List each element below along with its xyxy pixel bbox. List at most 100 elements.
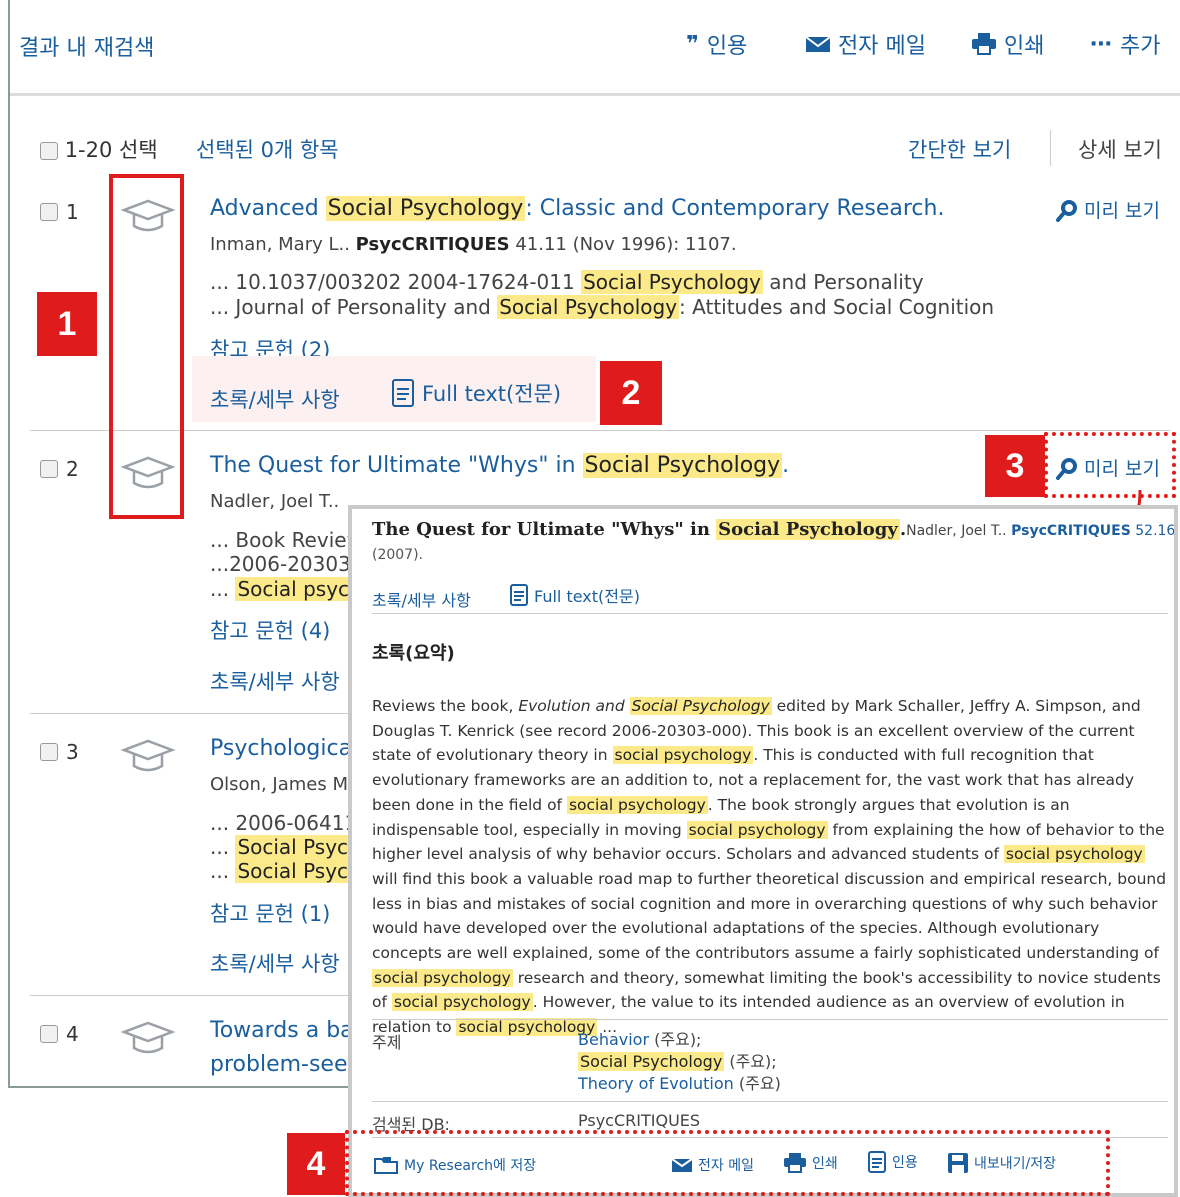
academic-cap-icon xyxy=(120,1021,176,1054)
brief-view-link[interactable]: 간단한 보기 xyxy=(908,134,1011,164)
fulltext-link[interactable]: Full text(전문) xyxy=(392,378,561,408)
record-3-select[interactable]: 3 xyxy=(40,740,79,764)
record-snippet: ... Social Psych xyxy=(210,835,363,859)
highlighted-term: social psychology xyxy=(686,820,828,839)
record-snippet: ... Journal of Personality and Social Ps… xyxy=(210,295,995,319)
popup-divider xyxy=(372,613,1168,614)
preview-link[interactable]: 미리 보기 xyxy=(1056,196,1160,223)
subject-item: Behavior (주요); xyxy=(578,1029,781,1051)
detail-view-link[interactable]: 상세 보기 xyxy=(1078,134,1162,164)
references-link[interactable]: 참고 문헌 (4) xyxy=(210,615,330,645)
popup-title: The Quest for Ultimate "Whys" in Social … xyxy=(372,519,1176,540)
abstract-segment: will find this book a valuable road map … xyxy=(372,869,1167,963)
subject-label: 주제 xyxy=(372,1033,402,1052)
print-label: 인쇄 xyxy=(1004,34,1045,59)
ellipsis-icon: ⋯ xyxy=(1090,31,1112,57)
record-4-select[interactable]: 4 xyxy=(40,1022,79,1046)
select-range-label: 1-20 선택 xyxy=(64,138,158,162)
subject-item: Social Psychology (주요); xyxy=(578,1051,781,1073)
cite-button[interactable]: ❞ 인용 xyxy=(686,28,747,60)
record-citation: Olson, James M xyxy=(210,774,348,795)
record-snippet: ...2006-20303- xyxy=(210,552,359,576)
popup-year: (2007). xyxy=(372,547,424,563)
popup-abstract-link[interactable]: 초록/세부 사항 xyxy=(372,587,471,611)
highlighted-term: Social Psychology xyxy=(629,697,772,715)
abstract-details-link[interactable]: 초록/세부 사항 xyxy=(210,948,340,978)
print-button[interactable]: 인쇄 xyxy=(972,28,1044,60)
subject-tag: (주요); xyxy=(649,1030,702,1049)
record-title[interactable]: Psychologica xyxy=(210,736,352,761)
record-separator xyxy=(30,430,1170,431)
annotation-badge-2: 2 xyxy=(600,361,662,425)
record-checkbox[interactable] xyxy=(40,203,58,221)
popup-divider xyxy=(372,1019,1168,1020)
selected-count[interactable]: 선택된 0개 항목 xyxy=(196,134,339,164)
record-snippet: ... 2006-06411- xyxy=(210,811,365,835)
view-divider xyxy=(1050,130,1051,166)
record-snippet: ... 10.1037/003202 2004-17624-011 Social… xyxy=(210,270,924,294)
cite-label: 인용 xyxy=(706,34,748,59)
record-checkbox[interactable] xyxy=(40,743,58,761)
abstract-segment: Evolution and xyxy=(518,697,630,715)
abstract-segment: Reviews the book, xyxy=(372,697,519,715)
record-checkbox[interactable] xyxy=(40,460,58,478)
email-button[interactable]: 전자 메일 xyxy=(806,28,926,60)
annotation-badge-1: 1 xyxy=(37,292,97,356)
record-number: 4 xyxy=(66,1022,79,1046)
abstract-details-link[interactable]: 초록/세부 사항 xyxy=(210,384,340,414)
record-checkbox[interactable] xyxy=(40,1025,58,1043)
record-title[interactable]: Towards a ba xyxy=(210,1018,354,1043)
record-2-select[interactable]: 2 xyxy=(40,457,79,481)
subject-tag: (주요) xyxy=(733,1074,781,1093)
document-icon xyxy=(392,379,414,407)
subject-link[interactable]: Social Psychology xyxy=(578,1052,725,1071)
email-label: 전자 메일 xyxy=(838,34,926,59)
record-number: 1 xyxy=(66,200,79,224)
highlighted-term: social psychology xyxy=(612,746,754,765)
magnifier-icon xyxy=(1056,199,1077,222)
record-title[interactable]: The Quest for Ultimate "Whys" in Social … xyxy=(210,453,789,478)
annotation-badge-4: 4 xyxy=(287,1133,345,1195)
record-title[interactable]: Advanced Social Psychology: Classic and … xyxy=(210,196,944,221)
record-number: 3 xyxy=(66,740,79,764)
popup-divider xyxy=(372,1101,1168,1102)
highlighted-term: social psychology xyxy=(1003,845,1145,864)
highlighted-term: social psychology xyxy=(372,968,513,987)
annotation-box-4 xyxy=(345,1130,1110,1196)
popup-fulltext-link[interactable]: Full text(전문) xyxy=(510,583,640,607)
subject-tag: (주요); xyxy=(724,1052,777,1071)
record-number: 2 xyxy=(66,457,79,481)
printer-icon xyxy=(972,33,996,55)
popup-abstract-text: Reviews the book, Evolution and Social P… xyxy=(372,694,1168,1040)
refine-search-link[interactable]: 결과 내 재검색 xyxy=(19,30,154,62)
envelope-icon xyxy=(806,36,830,52)
annotation-box-1 xyxy=(109,174,184,519)
record-snippet: ... Book Review xyxy=(210,528,363,552)
references-link[interactable]: 참고 문헌 (1) xyxy=(210,898,330,928)
more-button[interactable]: ⋯ 추가 xyxy=(1090,28,1160,60)
record-snippet: ... Social psych xyxy=(210,577,364,601)
abstract-details-link[interactable]: 초록/세부 사항 xyxy=(210,666,340,696)
annotation-badge-3: 3 xyxy=(985,435,1045,497)
record-citation: Inman, Mary L.. PsycCRITIQUES 41.11 (Nov… xyxy=(210,234,737,255)
academic-cap-icon xyxy=(120,739,176,772)
highlighted-term: social psychology xyxy=(456,1018,598,1037)
select-range[interactable]: 1-20 선택 xyxy=(40,134,158,164)
record-title-line2[interactable]: problem-seek xyxy=(210,1052,360,1077)
popup-abstract-heading: 초록(요약) xyxy=(372,643,455,664)
document-icon xyxy=(510,584,528,606)
record-citation: Nadler, Joel T.. xyxy=(210,491,340,512)
subject-link[interactable]: Theory of Evolution xyxy=(578,1074,734,1093)
results-toolbar: 결과 내 재검색 ❞ 인용 전자 메일 인쇄 ⋯ 추가 xyxy=(10,0,1180,96)
select-all-checkbox[interactable] xyxy=(40,142,58,160)
quote-icon: ❞ xyxy=(686,31,699,57)
db-value: PsycCRITIQUES xyxy=(578,1111,701,1130)
subject-list: Behavior (주요); Social Psychology (주요); The… xyxy=(578,1029,781,1095)
highlighted-term: social psychology xyxy=(566,795,708,814)
highlighted-term: social psychology xyxy=(391,993,533,1012)
subject-link[interactable]: Behavior xyxy=(578,1030,649,1049)
record-snippet: ... Social Psych xyxy=(210,859,363,883)
record-1-select[interactable]: 1 xyxy=(40,200,79,224)
preview-popup: The Quest for Ultimate "Whys" in Social … xyxy=(348,505,1178,1197)
subject-item: Theory of Evolution (주요) xyxy=(578,1073,781,1095)
